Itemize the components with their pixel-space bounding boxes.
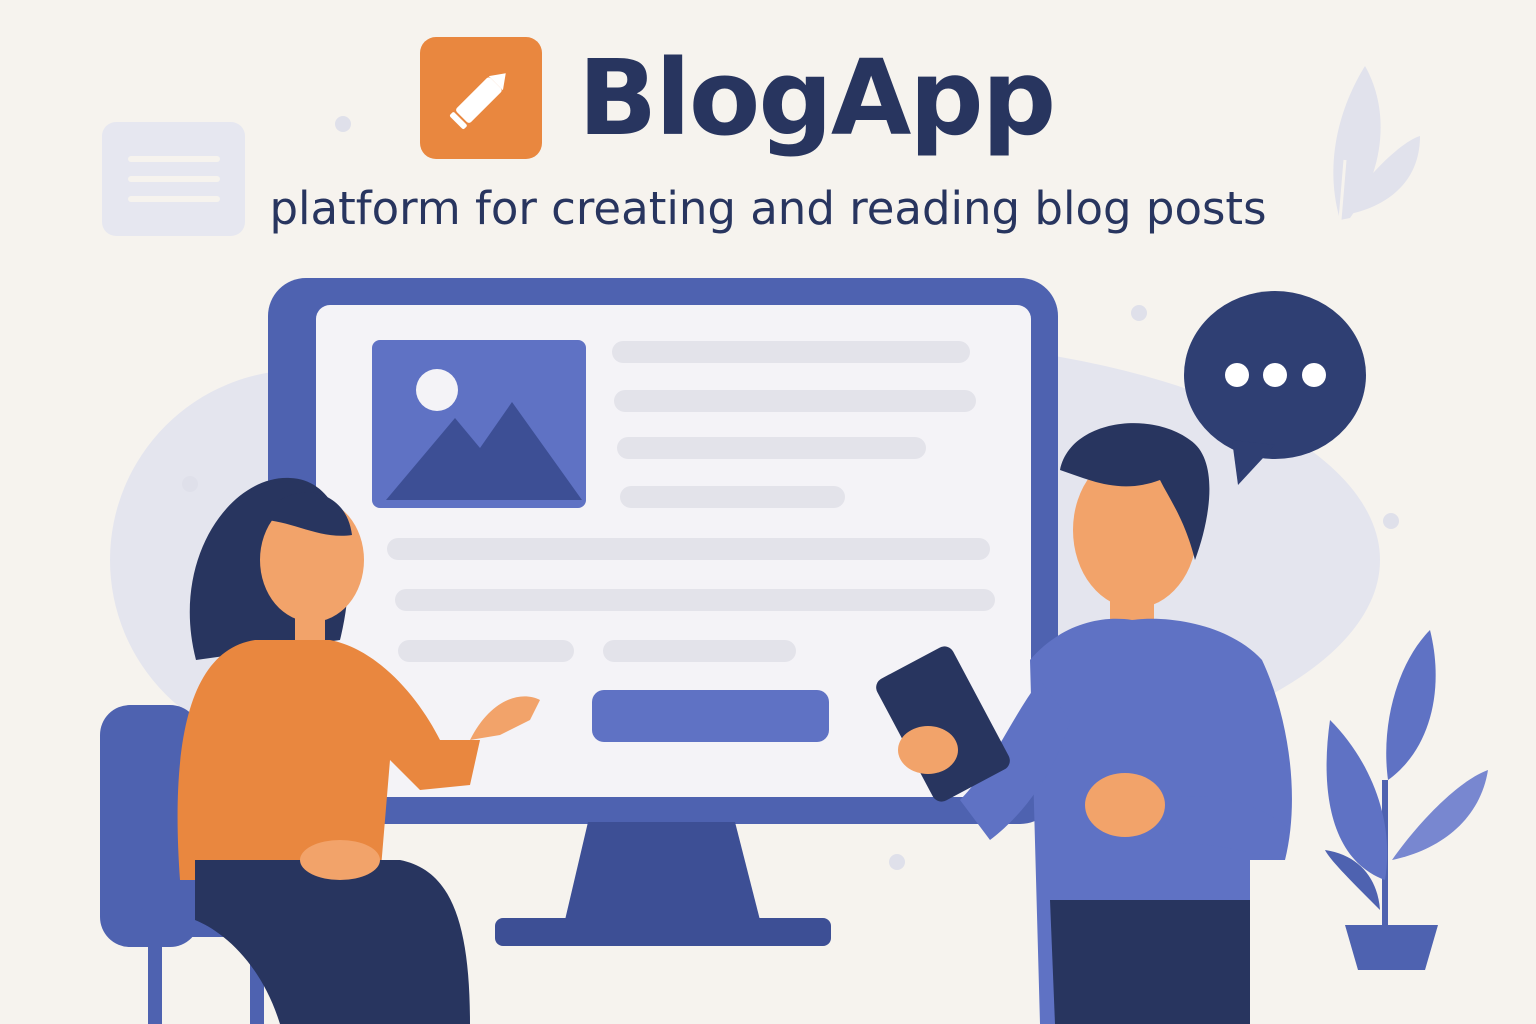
- screen-button-shape: [592, 690, 829, 742]
- image-icon: [372, 340, 586, 508]
- logo: [420, 37, 542, 159]
- plant-icon: [1325, 630, 1488, 970]
- tagline: platform for creating and reading blog p…: [269, 182, 1267, 235]
- pencil-icon: [450, 73, 506, 129]
- illustration-canvas: BlogApp platform for creating and readin…: [0, 0, 1536, 1024]
- app-title: BlogApp: [578, 37, 1056, 159]
- brand-header: BlogApp: [420, 34, 1056, 162]
